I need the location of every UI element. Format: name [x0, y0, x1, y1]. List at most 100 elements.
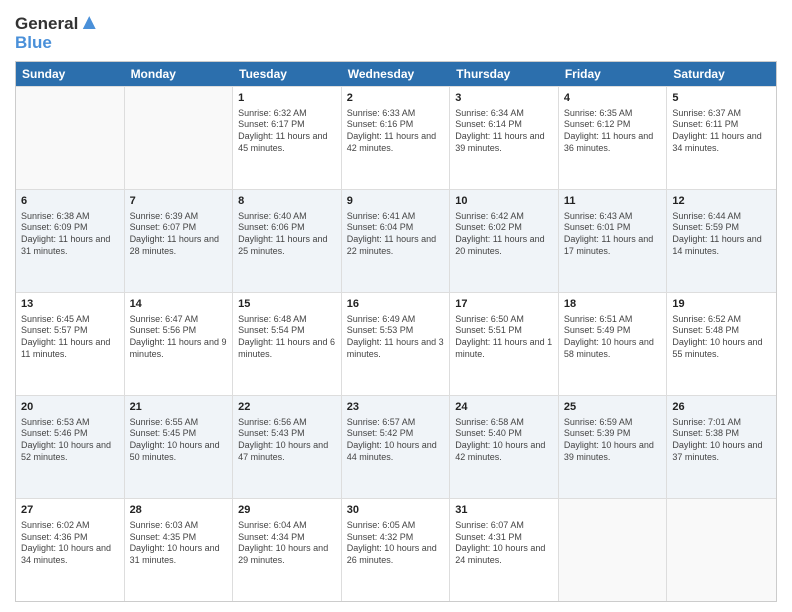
header-day-tuesday: Tuesday	[233, 62, 342, 86]
day-info: Sunrise: 6:37 AM Sunset: 6:11 PM Dayligh…	[672, 108, 771, 155]
day-info: Sunrise: 6:53 AM Sunset: 5:46 PM Dayligh…	[21, 417, 119, 464]
day-number: 8	[238, 194, 336, 209]
day-info: Sunrise: 7:01 AM Sunset: 5:38 PM Dayligh…	[672, 417, 771, 464]
calendar-body: 1Sunrise: 6:32 AM Sunset: 6:17 PM Daylig…	[16, 86, 776, 601]
day-number: 15	[238, 297, 336, 312]
day-number: 9	[347, 194, 445, 209]
day-info: Sunrise: 6:42 AM Sunset: 6:02 PM Dayligh…	[455, 211, 553, 258]
day-number: 22	[238, 400, 336, 415]
header-day-monday: Monday	[125, 62, 234, 86]
day-number: 28	[130, 503, 228, 518]
day-cell-16: 16Sunrise: 6:49 AM Sunset: 5:53 PM Dayli…	[342, 293, 451, 395]
day-info: Sunrise: 6:33 AM Sunset: 6:16 PM Dayligh…	[347, 108, 445, 155]
day-info: Sunrise: 6:40 AM Sunset: 6:06 PM Dayligh…	[238, 211, 336, 258]
day-info: Sunrise: 6:35 AM Sunset: 6:12 PM Dayligh…	[564, 108, 662, 155]
day-info: Sunrise: 6:44 AM Sunset: 5:59 PM Dayligh…	[672, 211, 771, 258]
day-cell-27: 27 Sunrise: 6:02 AM Sunset: 4:36 PM Dayli…	[16, 499, 125, 601]
day-info: Sunrise: 6:50 AM Sunset: 5:51 PM Dayligh…	[455, 314, 553, 361]
day-cell-9: 9Sunrise: 6:41 AM Sunset: 6:04 PM Daylig…	[342, 190, 451, 292]
day-info: Sunrise: 6:56 AM Sunset: 5:43 PM Dayligh…	[238, 417, 336, 464]
day-cell-17: 17 Sunrise: 6:50 AM Sunset: 5:51 PM Dayli…	[450, 293, 559, 395]
header-day-saturday: Saturday	[667, 62, 776, 86]
day-info: Sunrise: 6:39 AM Sunset: 6:07 PM Dayligh…	[130, 211, 228, 258]
empty-cell-0-0	[16, 87, 125, 189]
header-day-friday: Friday	[559, 62, 668, 86]
day-cell-29: 29 Sunrise: 6:04 AM Sunset: 4:34 PM Dayli…	[233, 499, 342, 601]
day-number: 26	[672, 400, 771, 415]
day-cell-28: 28 Sunrise: 6:03 AM Sunset: 4:35 PM Dayli…	[125, 499, 234, 601]
day-info: Sunrise: 6:59 AM Sunset: 5:39 PM Dayligh…	[564, 417, 662, 464]
day-info: Sunrise: 6:55 AM Sunset: 5:45 PM Dayligh…	[130, 417, 228, 464]
day-number: 27	[21, 503, 119, 518]
day-number: 17	[455, 297, 553, 312]
calendar-row-4: 20Sunrise: 6:53 AM Sunset: 5:46 PM Dayli…	[16, 395, 776, 498]
day-info: Sunrise: 6:52 AM Sunset: 5:48 PM Dayligh…	[672, 314, 771, 361]
day-number: 6	[21, 194, 119, 209]
calendar: SundayMondayTuesdayWednesdayThursdayFrid…	[15, 61, 777, 602]
day-number: 21	[130, 400, 228, 415]
day-cell-6: 6 Sunrise: 6:38 AM Sunset: 6:09 PM Daylig…	[16, 190, 125, 292]
day-info: Sunrise: 6:02 AM Sunset: 4:36 PM Dayligh…	[21, 520, 119, 567]
header-day-sunday: Sunday	[16, 62, 125, 86]
day-cell-1: 1Sunrise: 6:32 AM Sunset: 6:17 PM Daylig…	[233, 87, 342, 189]
header-day-thursday: Thursday	[450, 62, 559, 86]
day-number: 7	[130, 194, 228, 209]
logo-general: General	[15, 14, 78, 33]
calendar-row-3: 13Sunrise: 6:45 AM Sunset: 5:57 PM Dayli…	[16, 292, 776, 395]
logo-bird-icon: ▲	[78, 9, 100, 34]
day-cell-13: 13Sunrise: 6:45 AM Sunset: 5:57 PM Dayli…	[16, 293, 125, 395]
logo: General▲ Blue	[15, 10, 100, 53]
header-day-wednesday: Wednesday	[342, 62, 451, 86]
day-info: Sunrise: 6:57 AM Sunset: 5:42 PM Dayligh…	[347, 417, 445, 464]
empty-cell-0-1	[125, 87, 234, 189]
logo-blue: Blue	[15, 34, 100, 53]
day-number: 11	[564, 194, 662, 209]
day-number: 24	[455, 400, 553, 415]
day-number: 18	[564, 297, 662, 312]
day-info: Sunrise: 6:04 AM Sunset: 4:34 PM Dayligh…	[238, 520, 336, 567]
calendar-row-5: 27 Sunrise: 6:02 AM Sunset: 4:36 PM Dayli…	[16, 498, 776, 601]
day-number: 30	[347, 503, 445, 518]
day-cell-31: 31 Sunrise: 6:07 AM Sunset: 4:31 PM Dayli…	[450, 499, 559, 601]
day-number: 4	[564, 91, 662, 106]
day-number: 25	[564, 400, 662, 415]
day-info: Sunrise: 6:34 AM Sunset: 6:14 PM Dayligh…	[455, 108, 553, 155]
day-cell-20: 20Sunrise: 6:53 AM Sunset: 5:46 PM Dayli…	[16, 396, 125, 498]
day-number: 10	[455, 194, 553, 209]
day-cell-30: 30 Sunrise: 6:05 AM Sunset: 4:32 PM Dayli…	[342, 499, 451, 601]
day-cell-14: 14 Sunrise: 6:47 AM Sunset: 5:56 PM Dayli…	[125, 293, 234, 395]
day-info: Sunrise: 6:05 AM Sunset: 4:32 PM Dayligh…	[347, 520, 445, 567]
empty-cell-4-6	[667, 499, 776, 601]
header: General▲ Blue	[15, 10, 777, 53]
day-number: 29	[238, 503, 336, 518]
day-info: Sunrise: 6:07 AM Sunset: 4:31 PM Dayligh…	[455, 520, 553, 567]
day-cell-23: 23 Sunrise: 6:57 AM Sunset: 5:42 PM Dayli…	[342, 396, 451, 498]
calendar-row-2: 6 Sunrise: 6:38 AM Sunset: 6:09 PM Daylig…	[16, 189, 776, 292]
day-cell-24: 24 Sunrise: 6:58 AM Sunset: 5:40 PM Dayli…	[450, 396, 559, 498]
day-cell-18: 18 Sunrise: 6:51 AM Sunset: 5:49 PM Dayli…	[559, 293, 668, 395]
day-cell-3: 3Sunrise: 6:34 AM Sunset: 6:14 PM Daylig…	[450, 87, 559, 189]
day-number: 5	[672, 91, 771, 106]
day-cell-11: 11 Sunrise: 6:43 AM Sunset: 6:01 PM Dayli…	[559, 190, 668, 292]
day-cell-25: 25 Sunrise: 6:59 AM Sunset: 5:39 PM Dayli…	[559, 396, 668, 498]
day-info: Sunrise: 6:03 AM Sunset: 4:35 PM Dayligh…	[130, 520, 228, 567]
day-info: Sunrise: 6:47 AM Sunset: 5:56 PM Dayligh…	[130, 314, 228, 361]
page: General▲ Blue SundayMondayTuesdayWednesd…	[0, 0, 792, 612]
day-number: 31	[455, 503, 553, 518]
day-number: 14	[130, 297, 228, 312]
day-info: Sunrise: 6:38 AM Sunset: 6:09 PM Dayligh…	[21, 211, 119, 258]
day-cell-21: 21 Sunrise: 6:55 AM Sunset: 5:45 PM Dayli…	[125, 396, 234, 498]
day-number: 16	[347, 297, 445, 312]
day-cell-2: 2Sunrise: 6:33 AM Sunset: 6:16 PM Daylig…	[342, 87, 451, 189]
day-number: 23	[347, 400, 445, 415]
day-cell-5: 5 Sunrise: 6:37 AM Sunset: 6:11 PM Daylig…	[667, 87, 776, 189]
day-info: Sunrise: 6:58 AM Sunset: 5:40 PM Dayligh…	[455, 417, 553, 464]
day-cell-12: 12Sunrise: 6:44 AM Sunset: 5:59 PM Dayli…	[667, 190, 776, 292]
day-info: Sunrise: 6:51 AM Sunset: 5:49 PM Dayligh…	[564, 314, 662, 361]
day-info: Sunrise: 6:48 AM Sunset: 5:54 PM Dayligh…	[238, 314, 336, 361]
day-info: Sunrise: 6:43 AM Sunset: 6:01 PM Dayligh…	[564, 211, 662, 258]
day-cell-10: 10 Sunrise: 6:42 AM Sunset: 6:02 PM Dayli…	[450, 190, 559, 292]
day-cell-19: 19Sunrise: 6:52 AM Sunset: 5:48 PM Dayli…	[667, 293, 776, 395]
day-info: Sunrise: 6:32 AM Sunset: 6:17 PM Dayligh…	[238, 108, 336, 155]
day-cell-7: 7 Sunrise: 6:39 AM Sunset: 6:07 PM Daylig…	[125, 190, 234, 292]
